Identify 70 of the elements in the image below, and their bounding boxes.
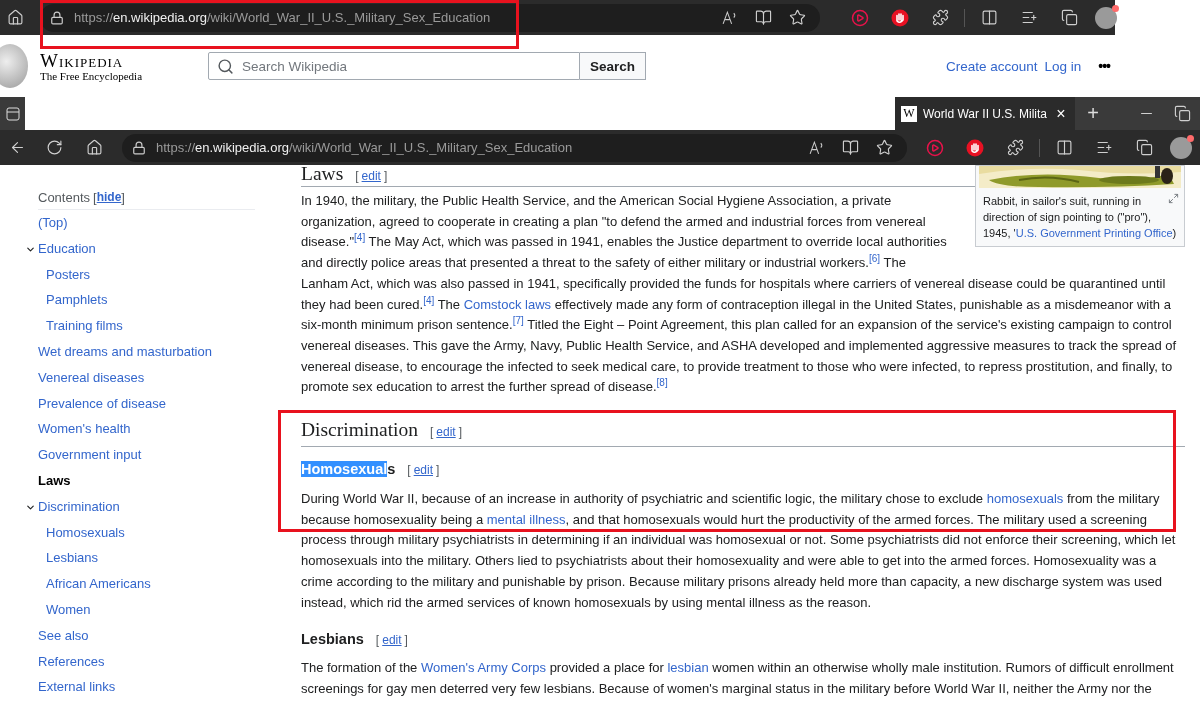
toc-item[interactable]: Venereal diseases [38,364,145,391]
search-field[interactable]: Search Wikipedia [208,52,580,80]
contents-title: Contents [38,190,91,205]
more-menu-button[interactable]: ••• [1098,58,1110,74]
header-link[interactable]: Create account [945,58,1038,74]
article-link[interactable]: Comstock laws [463,296,552,312]
toc-item[interactable]: Government input [38,442,142,468]
tagline: The Free Encyclopedia [40,69,143,82]
bracket-mark: [ [355,168,359,185]
toc-item[interactable]: Posters [46,261,91,288]
reference-link[interactable]: [8] [656,377,668,388]
bracket-mark: ] [404,632,408,650]
reference-link[interactable]: [7] [512,314,524,326]
edit-link[interactable]: edit [413,460,433,481]
toc-item[interactable]: Laws [38,467,71,494]
toc-item[interactable]: Women's health [38,416,131,443]
toc-item[interactable]: (Top) [38,210,68,236]
toc-item[interactable]: Wet dreams and masturbation [38,339,212,365]
bracket-mark: [ [407,462,411,480]
edit-link[interactable]: edit [382,630,402,651]
paragraph: Lanham Act, which was also passed in 1941, specifically provided the funds for hospitals where carriers of venereal disease could be quarantined until they had been cured.$^{[4]}$ The Comstock laws effectively made any form of contraception illegal in the United States, punishable as a misdemeanor with a six-month minimum prison sentence.$^{[7]}$ Titled the Eight – Point Agreement, this plan called for an expansion of the service's existing campaign to control venereal diseases. This gave the Army, Navy, Public Health Service, and ASHA developed and implemented aggressive measures to track the spread of venereal disease, to encourage the infected to seek medical care, to provide treatment to those who were infected, to repress prostitution, and finally, to promote sex education to arrest the further spread of disease.$^{[8]}$ [301,274,1178,397]
subsection-heading: Lesbians [301,630,364,650]
bracket-mark: [ [375,632,380,650]
search-button[interactable]: Search [580,52,647,80]
edit-link[interactable]: edit [436,419,456,446]
toc-item[interactable]: Training films [46,313,123,339]
section-heading: Laws [301,165,344,183]
toc-item[interactable]: External links [38,674,116,701]
header-link[interactable]: Log in [1044,58,1082,74]
toc-item[interactable]: Pamphlets [46,287,108,314]
bracket-mark: [ [93,190,97,205]
lock-icon [50,10,64,25]
bracket-mark: ] [121,190,125,205]
toc-item[interactable]: See also [38,622,89,649]
reference-link[interactable]: [4] [354,232,366,244]
reference-link[interactable]: [4] [423,294,435,306]
toc-item[interactable]: Women [46,596,91,623]
toc-item[interactable]: Education [38,235,96,262]
toc-item[interactable]: Lesbians [46,545,99,572]
edit-link[interactable]: edit [361,167,381,185]
section-heading: Discrimination [301,418,418,443]
wikipedia-wordmark[interactable]: Wikipedia [40,50,190,70]
reference-link[interactable]: [6] [868,252,881,264]
toc-item[interactable]: African Americans [46,571,151,597]
paragraph: In 1940, the military, the Public Health Service, and the American Social Hygiene Association, a private organization, agreed to cooperate in creating a plan "to defend the armed and industrial forces from venereal disease."$^{[4]}$ The May Act, which was passed in 1941, enables the Justice department to override local authorities and directly police areas that presented a threat to the safety of either military or industrial workers.$^{[6]}$ The [301,192,948,273]
subsection-heading: Homosexuals [301,460,396,480]
toc-item[interactable]: Prevalence of disease [38,390,166,417]
toc-item[interactable]: Discrimination [38,493,120,520]
toc-item[interactable]: Homosexuals [46,519,125,546]
toc-item[interactable]: References [38,648,105,675]
browser-tab[interactable]: W World War II U.S. Milita × [895,97,1075,130]
figure-caption: Rabbit, in sailor's suit, running in direction of sign pointing to ("pro"), 1945, 'U.S. Government Printing Office) [982,192,1180,241]
profile-avatar[interactable] [1095,6,1117,29]
article-link[interactable]: lesbian [667,660,709,676]
paragraph: The formation of the Women's Army Corps provided a place for lesbian women within an otherwise wholly male institution. Rumors of difficult enrollment screenings for gay men deterred very few lesbians. Because of women's marginal status in the military before World War II, neither the Army nor the [301,659,1175,698]
article-link[interactable]: mental illness [486,511,566,527]
bracket-mark: ] [383,168,388,185]
bracket-mark: ] [436,462,440,480]
bracket-mark: [ [430,424,434,442]
close-tab-button[interactable]: × [1053,104,1069,123]
address-bar[interactable]: https://en.wikipedia.org/wiki/World_War_II_U.S._Military_Sex_Education [40,3,820,32]
article-link[interactable]: Women's Army Corps [420,660,546,676]
address-bar[interactable]: https://en.wikipedia.org/wiki/World_War_II_U.S._Military_Sex_Education [122,133,907,162]
new-tab-button[interactable]: + [1079,102,1107,125]
enlarge-icon[interactable] [1168,193,1179,204]
lock-icon [132,140,146,155]
article-link[interactable]: homosexuals [986,491,1064,507]
search-icon [217,57,234,75]
bracket-mark: ] [458,424,463,442]
paragraph: During World War II, because of an increase in authority of psychiatric and scientific logic, the military chose to exclude homosexuals from the military because homosexuality being a mental illness, and that homosexuals would hurt the productivity of the armed forces. The military used a screening process through military psychiatrists in determining if an individual was homosexual or not. Some psychiatrists did not enforce their screening, which let homosexuals into the military. Others lied to psychiatrists about their homosexuality and were able to get into the armed forces. Homosexuality was a crime according to the military and punishable by prison. Because military prisons already held more than capacity, a new discharge system was used instead, which rid the armed services of known homosexuals by using mental illness as the reason. [301,490,1177,612]
